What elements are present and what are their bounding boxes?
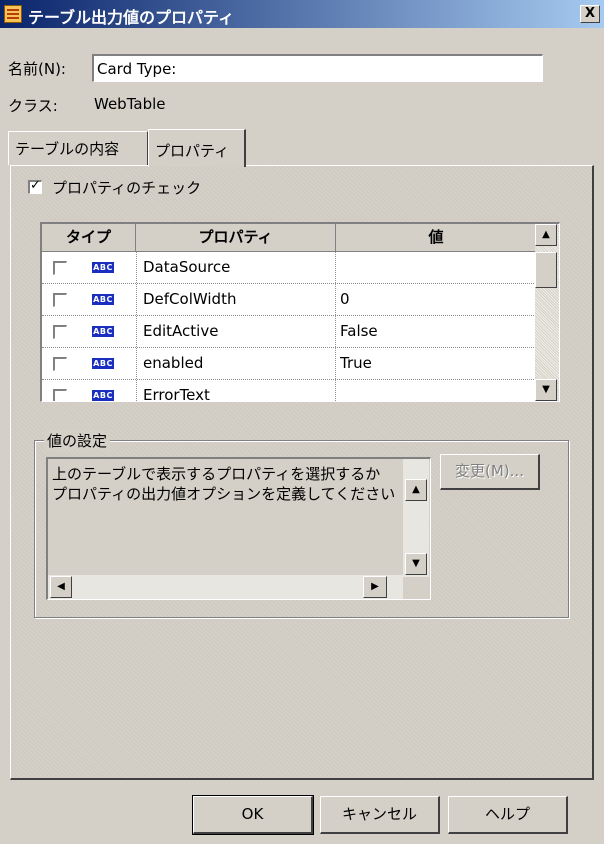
tab-properties[interactable]: プロパティ bbox=[148, 129, 246, 167]
close-button[interactable]: X bbox=[580, 5, 600, 23]
string-type-icon: ABC bbox=[92, 326, 114, 337]
table-row[interactable]: ABC ErrorText bbox=[42, 380, 536, 401]
value-settings-memo: 上のテーブルで表示するプロパティを選択するか プロパティの出力値オプションを定義… bbox=[46, 457, 431, 600]
name-label: 名前(N): bbox=[8, 60, 66, 78]
row-value: True bbox=[340, 354, 372, 372]
row-property: enabled bbox=[136, 348, 336, 379]
class-value: WebTable bbox=[94, 95, 166, 113]
table-row[interactable]: ABC DefColWidth 0 bbox=[42, 284, 536, 316]
row-property: ErrorText bbox=[136, 380, 336, 401]
property-grid: タイプ プロパティ 値 ABC DataSource ABC DefColWid… bbox=[40, 222, 560, 402]
change-button[interactable]: 変更(M)... bbox=[440, 454, 540, 490]
scroll-thumb[interactable] bbox=[535, 252, 557, 288]
tab-properties-label: プロパティ bbox=[155, 142, 230, 160]
string-type-icon: ABC bbox=[92, 390, 114, 401]
scroll-down-button[interactable]: ▼ bbox=[535, 379, 557, 401]
column-type[interactable]: タイプ bbox=[42, 224, 136, 252]
column-property[interactable]: プロパティ bbox=[136, 224, 336, 252]
row-checkbox[interactable] bbox=[53, 357, 67, 371]
column-value[interactable]: 値 bbox=[336, 224, 536, 252]
name-input[interactable]: Card Type: bbox=[92, 54, 543, 82]
row-value: 0 bbox=[340, 290, 350, 308]
class-label: クラス: bbox=[8, 97, 58, 115]
row-property: DataSource bbox=[136, 252, 336, 283]
string-type-icon: ABC bbox=[92, 294, 114, 305]
memo-vertical-scrollbar[interactable]: ▲ ▼ bbox=[403, 459, 429, 577]
ok-button[interactable]: OK bbox=[192, 795, 314, 835]
row-value bbox=[336, 380, 536, 401]
name-input-value: Card Type: bbox=[97, 60, 177, 78]
title-bar: テーブル出力値のプロパティ X bbox=[0, 0, 604, 28]
help-button[interactable]: ヘルプ bbox=[448, 796, 568, 834]
row-value: False bbox=[340, 322, 378, 340]
row-property: DefColWidth bbox=[136, 284, 336, 315]
grid-vertical-scrollbar[interactable]: ▲ ▼ bbox=[535, 224, 559, 401]
row-checkbox[interactable] bbox=[53, 293, 67, 307]
row-value bbox=[336, 252, 536, 283]
table-icon bbox=[4, 5, 22, 23]
memo-scroll-right-button[interactable]: ▶ bbox=[363, 576, 387, 598]
memo-scroll-down-button[interactable]: ▼ bbox=[405, 553, 427, 575]
window-title: テーブル出力値のプロパティ bbox=[28, 8, 235, 27]
value-settings-title: 値の設定 bbox=[44, 430, 111, 451]
check-properties-checkbox[interactable] bbox=[28, 178, 42, 194]
memo-scroll-left-button[interactable]: ◀ bbox=[50, 576, 72, 598]
properties-dialog: テーブル出力値のプロパティ X 名前(N): Card Type: クラス: W… bbox=[0, 0, 604, 844]
table-row[interactable]: ABC enabled True bbox=[42, 348, 536, 380]
row-property: EditActive bbox=[136, 316, 336, 347]
tab-table-contents[interactable]: テーブルの内容 bbox=[8, 131, 148, 165]
string-type-icon: ABC bbox=[92, 262, 114, 273]
row-checkbox[interactable] bbox=[53, 325, 67, 339]
string-type-icon: ABC bbox=[92, 358, 114, 369]
cancel-button[interactable]: キャンセル bbox=[320, 796, 440, 834]
row-checkbox[interactable] bbox=[53, 389, 67, 401]
row-checkbox[interactable] bbox=[53, 261, 67, 275]
memo-scroll-up-button[interactable]: ▲ bbox=[405, 479, 427, 501]
grid-header: タイプ プロパティ 値 bbox=[42, 224, 536, 252]
table-row[interactable]: ABC DataSource bbox=[42, 252, 536, 284]
message-line-2: プロパティの出力値オプションを定義してください bbox=[52, 485, 396, 503]
memo-horizontal-scrollbar[interactable]: ◀ ▶ bbox=[48, 575, 403, 599]
value-settings-message: 上のテーブルで表示するプロパティを選択するか プロパティの出力値オプションを定義… bbox=[52, 464, 395, 504]
message-line-1: 上のテーブルで表示するプロパティを選択するか bbox=[52, 465, 381, 483]
scroll-up-button[interactable]: ▲ bbox=[535, 224, 557, 246]
table-row[interactable]: ABC EditActive False bbox=[42, 316, 536, 348]
tab-table-contents-label: テーブルの内容 bbox=[15, 140, 120, 158]
check-properties-label: プロパティのチェック bbox=[52, 179, 202, 197]
